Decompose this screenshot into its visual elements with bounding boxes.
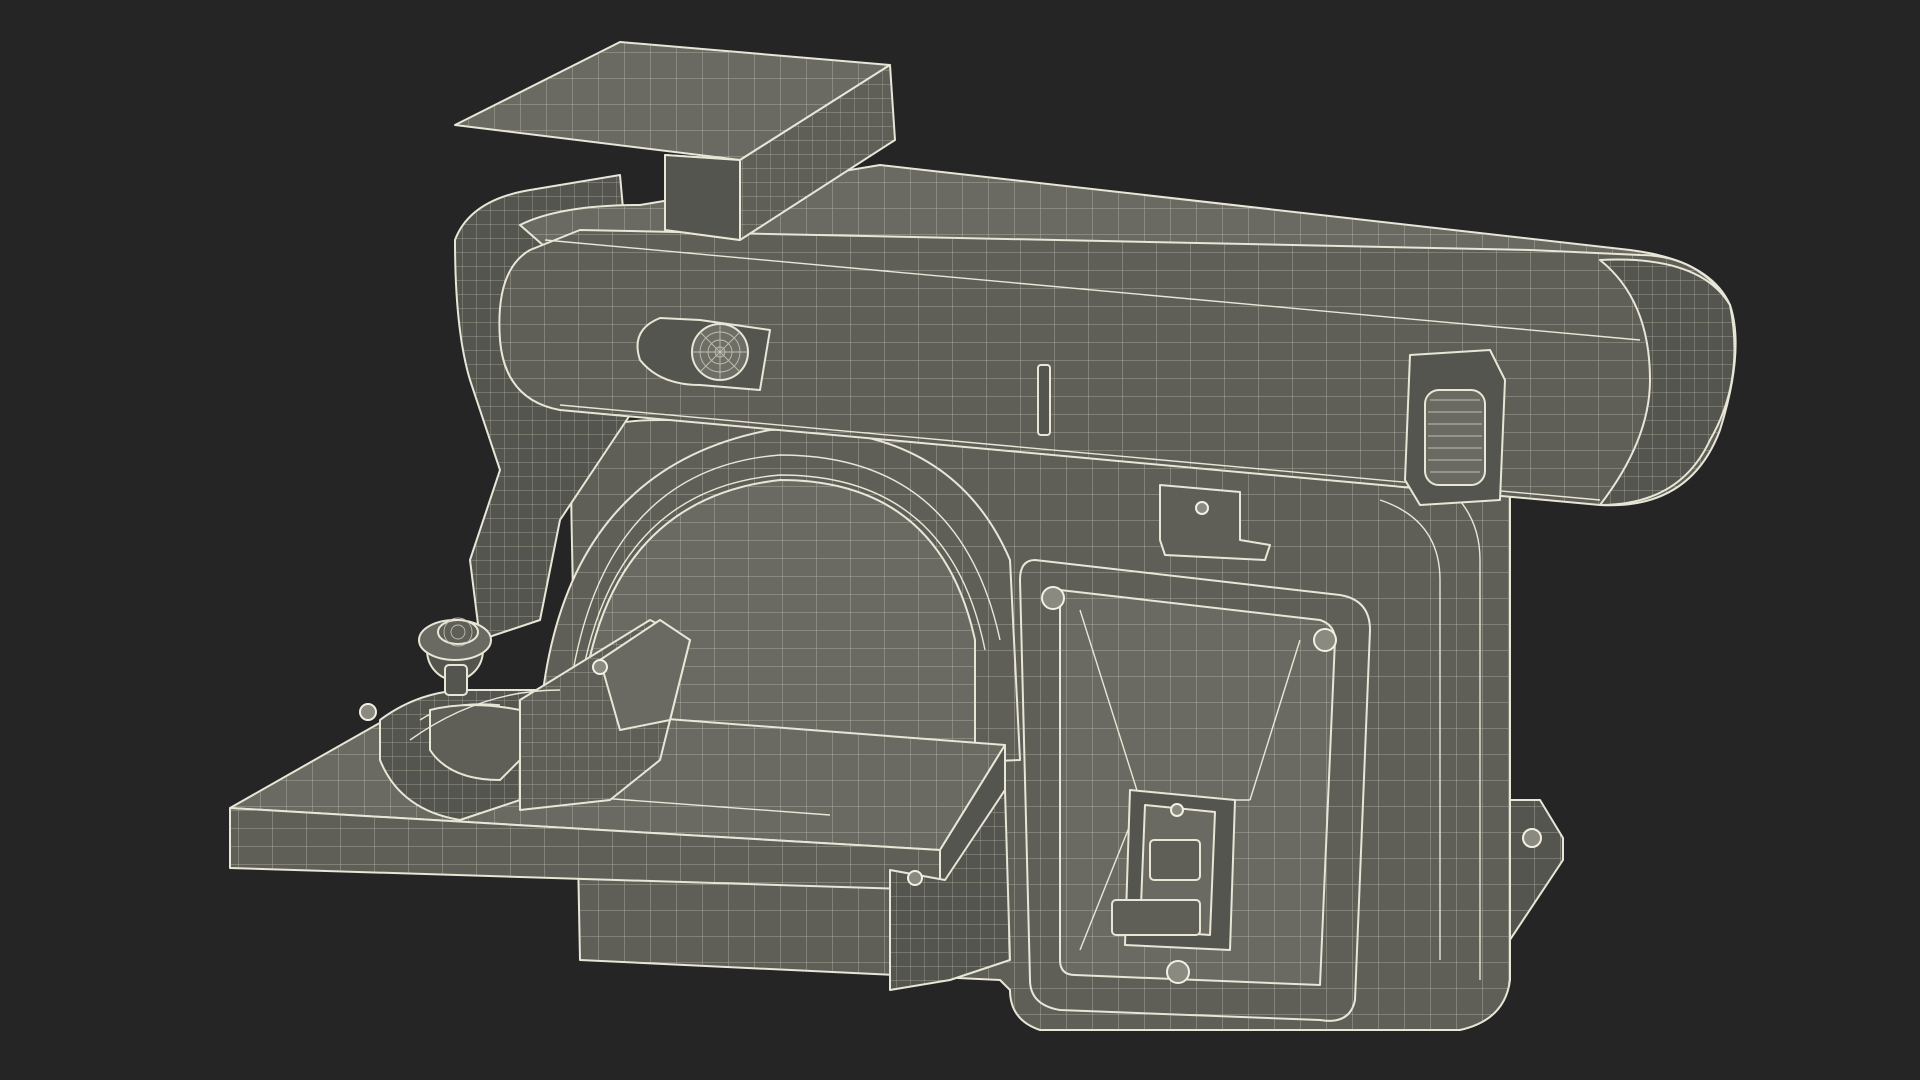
- switch-safety-key[interactable]: [1111, 899, 1201, 936]
- miter-screw-icon: [592, 659, 608, 675]
- panel-screw-icon: [1166, 960, 1190, 984]
- switch-paddle[interactable]: [1149, 839, 1201, 881]
- switch-screw-icon: [1170, 803, 1184, 817]
- tension-knob-icon: [1424, 389, 1486, 486]
- radial-mesh: [692, 324, 748, 380]
- panel-screw-icon: [1041, 586, 1065, 610]
- table-screw-icon: [907, 870, 923, 886]
- sander-wireframe-render: [229, 41, 1737, 1031]
- pivot-screw-icon: [1195, 501, 1209, 515]
- miter-screw-icon: [359, 703, 377, 721]
- power-switch[interactable]: [1111, 789, 1236, 951]
- access-panel: [1019, 559, 1371, 1022]
- miter-lock-knob-icon[interactable]: [418, 617, 492, 696]
- belt-slot: [1037, 364, 1051, 436]
- base-bolt-hole-icon: [1522, 828, 1542, 848]
- panel-screw-icon: [1313, 628, 1337, 652]
